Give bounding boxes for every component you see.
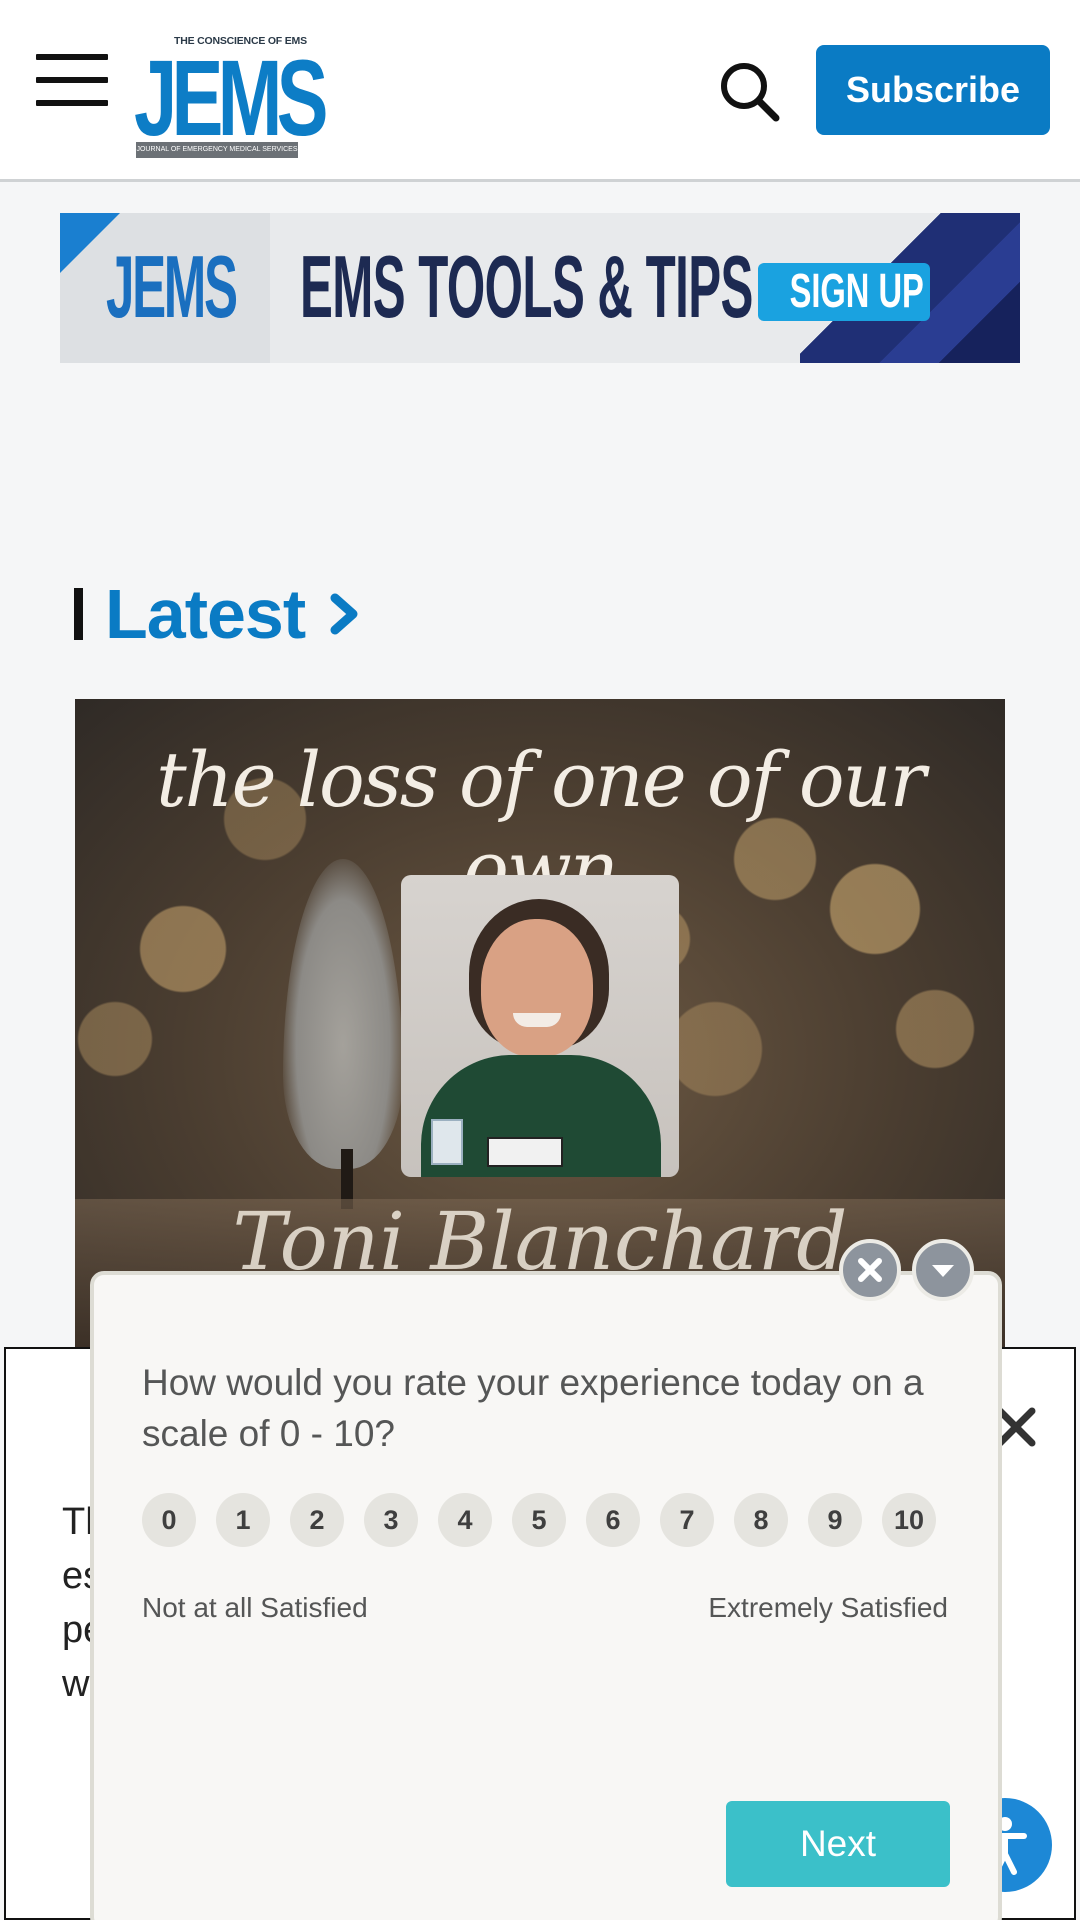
caret-down-icon [932, 1265, 954, 1277]
next-button[interactable]: Next [726, 1801, 950, 1887]
rating-option-1[interactable]: 1 [216, 1493, 270, 1547]
section-title-latest[interactable]: Latest [74, 575, 361, 653]
ad-signup-label: SIGN UP [789, 265, 924, 318]
rating-option-8[interactable]: 8 [734, 1493, 788, 1547]
subscribe-button[interactable]: Subscribe [816, 45, 1050, 135]
rating-option-9[interactable]: 9 [808, 1493, 862, 1547]
portrait-id-badge [431, 1119, 463, 1165]
search-icon-svg [721, 63, 780, 122]
scale-high-label: Extremely Satisfied [708, 1592, 948, 1623]
section-title-bar [74, 588, 83, 640]
logo-wordmark: JEMS [134, 37, 328, 158]
x-circle-icon [858, 1258, 882, 1282]
rating-option-2[interactable]: 2 [290, 1493, 344, 1547]
menu-line [36, 54, 108, 60]
menu-line [36, 77, 108, 83]
ad-signup-button[interactable]: SIGN UP [758, 263, 930, 321]
search-icon[interactable] [718, 60, 782, 124]
rating-option-5[interactable]: 5 [512, 1493, 566, 1547]
chevron-right-icon [330, 593, 358, 635]
ad-headline: EMS TOOLS & TIPS [300, 237, 753, 336]
memorial-portrait [401, 875, 679, 1177]
rating-option-10[interactable]: 10 [882, 1493, 936, 1547]
scale-low-label: Not at all Satisfied [142, 1592, 368, 1623]
jems-logo[interactable]: THE CONSCIENCE OF EMS JEMS JOURNAL OF EM… [134, 32, 328, 158]
rating-scale: 0 1 2 3 4 5 6 7 8 9 10 [142, 1493, 962, 1549]
portrait-face [481, 919, 593, 1057]
portrait-smile [513, 1013, 561, 1027]
banner-ad[interactable]: JEMS EMS TOOLS & TIPS SIGN UP [60, 213, 1020, 363]
survey-close-button[interactable] [839, 1239, 901, 1301]
portrait-name-tag [487, 1137, 563, 1167]
rating-option-0[interactable]: 0 [142, 1493, 196, 1547]
rating-option-7[interactable]: 7 [660, 1493, 714, 1547]
hamburger-menu-icon[interactable] [36, 54, 108, 106]
rating-option-4[interactable]: 4 [438, 1493, 492, 1547]
survey-popup: How would you rate your experience today… [90, 1239, 1002, 1920]
survey-minimize-button[interactable] [912, 1239, 974, 1301]
ad-logo: JEMS [106, 237, 238, 336]
logo-subline: JOURNAL OF EMERGENCY MEDICAL SERVICES [136, 142, 298, 158]
rating-option-3[interactable]: 3 [364, 1493, 418, 1547]
rating-option-6[interactable]: 6 [586, 1493, 640, 1547]
site-header: THE CONSCIENCE OF EMS JEMS JOURNAL OF EM… [0, 0, 1080, 182]
menu-line [36, 100, 108, 106]
section-title-label: Latest [105, 575, 306, 653]
survey-question: How would you rate your experience today… [142, 1362, 924, 1454]
